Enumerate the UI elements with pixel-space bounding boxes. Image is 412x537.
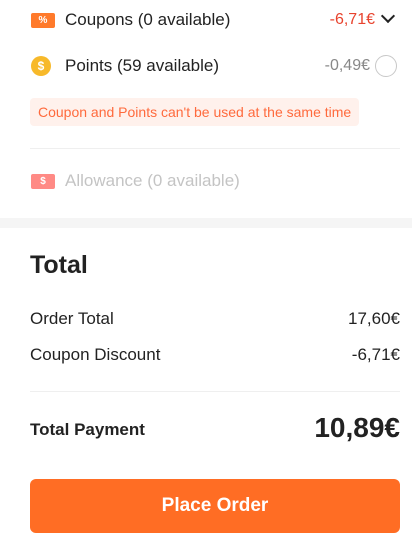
coupons-label: Coupons (0 available) [65,10,231,29]
place-order-button[interactable]: Place Order [30,479,400,533]
coupons-row[interactable]: % Coupons (0 available) -6,71€ [0,6,412,34]
total-payment-label: Total Payment [30,420,145,439]
discounts-panel: % Coupons (0 available) -6,71€ $ Points … [0,0,412,218]
divider [30,391,400,392]
coupon-discount-label: Coupon Discount [30,345,161,364]
total-payment-value: 10,89€ [314,412,400,443]
points-radio[interactable] [375,55,397,77]
points-row[interactable]: $ Points (59 available) -0,49€ [0,52,412,80]
percent-coupon-icon: % [31,13,55,28]
conflict-warning: Coupon and Points can't be used at the s… [30,98,360,126]
coupons-value: -6,71€ [329,11,375,28]
allowance-row: $ Allowance (0 available) [0,167,412,195]
coin-icon: $ [31,56,51,76]
checkout-page: % Coupons (0 available) -6,71€ $ Points … [0,0,412,537]
total-title: Total [30,251,88,279]
points-label: Points (59 available) [65,56,220,75]
divider [30,148,400,149]
points-value: -0,49€ [324,57,370,74]
coupon-discount-value: -6,71€ [351,345,400,364]
order-total-label: Order Total [30,309,114,328]
chevron-down-icon[interactable] [380,8,396,24]
allowance-label: Allowance (0 available) [65,171,240,190]
order-total-value: 17,60€ [348,309,400,328]
allowance-coupon-icon: $ [31,174,55,189]
section-divider [0,218,412,228]
